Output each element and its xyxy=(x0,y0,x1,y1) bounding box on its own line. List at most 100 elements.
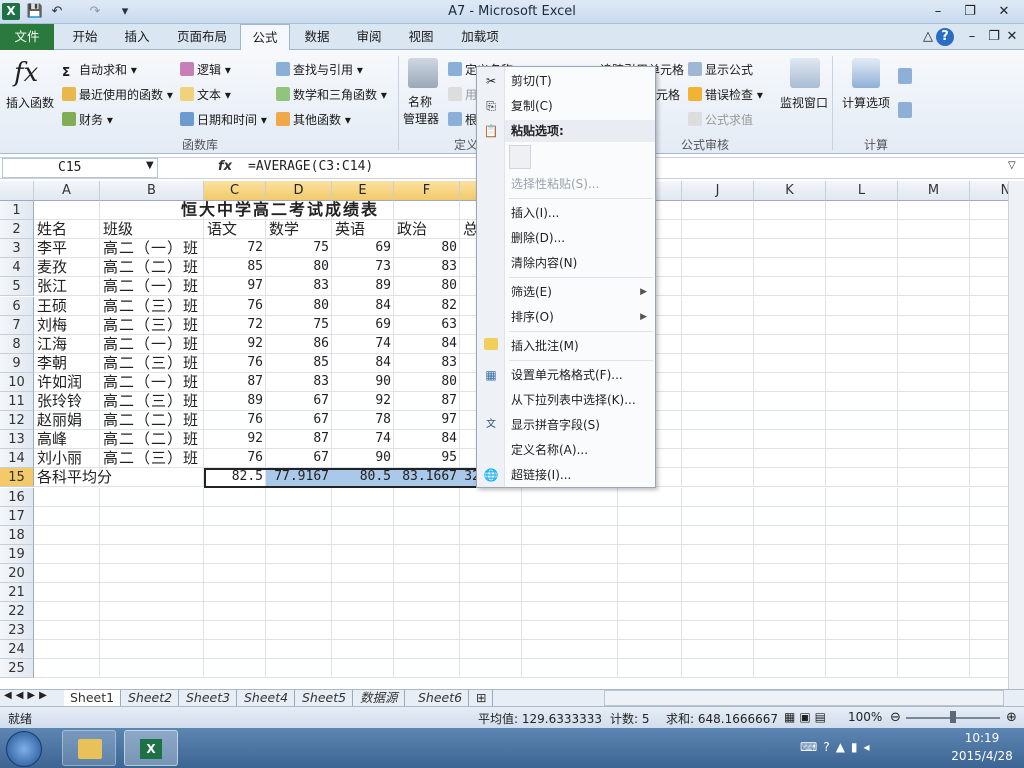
table-cell[interactable] xyxy=(34,525,100,545)
table-cell[interactable] xyxy=(970,277,1008,297)
table-cell[interactable] xyxy=(970,335,1008,354)
menu-cut[interactable]: 剪切(T) xyxy=(505,70,655,92)
table-cell[interactable] xyxy=(682,411,754,431)
table-cell[interactable] xyxy=(970,258,1008,278)
column-header-C[interactable]: C xyxy=(204,181,266,201)
column-header-J[interactable]: J xyxy=(682,181,754,201)
row-header-19[interactable]: 19 xyxy=(0,544,34,564)
table-cell[interactable] xyxy=(682,430,754,450)
table-cell[interactable] xyxy=(682,621,754,641)
tab-page-layout[interactable]: 页面布局 xyxy=(166,24,238,50)
table-cell[interactable] xyxy=(826,334,898,354)
table-cell[interactable] xyxy=(332,563,394,583)
score-cell[interactable]: 97 xyxy=(394,411,460,430)
tab-home[interactable]: 开始 xyxy=(62,24,108,50)
table-cell[interactable] xyxy=(266,563,332,583)
tab-addins[interactable]: 加载项 xyxy=(452,24,508,50)
table-cell[interactable] xyxy=(970,526,1008,545)
table-cell[interactable] xyxy=(460,659,522,679)
table-cell[interactable] xyxy=(332,583,394,603)
text-button[interactable]: 文本 ▾ xyxy=(180,86,231,103)
table-cell[interactable] xyxy=(826,487,898,507)
table-cell[interactable] xyxy=(460,487,522,507)
watch-window-button[interactable]: 监视窗口 xyxy=(780,94,828,111)
table-cell[interactable] xyxy=(754,220,826,240)
column-header-L[interactable]: L xyxy=(826,181,898,201)
score-cell[interactable]: 67 xyxy=(266,411,332,430)
row-header-10[interactable]: 10 xyxy=(0,372,34,392)
score-cell[interactable]: 82 xyxy=(394,297,460,316)
sheet-tab-3[interactable]: Sheet3 xyxy=(180,690,238,706)
table-cell[interactable] xyxy=(332,659,394,679)
table-cell[interactable] xyxy=(394,583,460,603)
table-cell[interactable] xyxy=(898,315,970,335)
score-cell[interactable]: 72 xyxy=(204,239,266,258)
score-cell[interactable]: 84 xyxy=(394,335,460,354)
table-cell[interactable] xyxy=(332,544,394,564)
zoom-in-icon[interactable]: ⊕ xyxy=(1006,710,1017,725)
row-header-16[interactable]: 16 xyxy=(0,487,34,507)
class-name[interactable]: 高二（一）班 xyxy=(100,335,204,354)
column-header-M[interactable]: M xyxy=(898,181,970,201)
column-label[interactable]: 语文 xyxy=(204,220,266,239)
table-cell[interactable] xyxy=(100,563,204,583)
table-cell[interactable] xyxy=(266,506,332,526)
column-header-A[interactable]: A xyxy=(34,181,100,201)
table-cell[interactable] xyxy=(34,487,100,507)
table-cell[interactable] xyxy=(100,525,204,545)
menu-clear-contents[interactable]: 清除内容(N) xyxy=(505,252,655,274)
table-cell[interactable] xyxy=(522,640,618,660)
table-cell[interactable] xyxy=(394,621,460,641)
table-cell[interactable] xyxy=(970,316,1008,335)
use-in-formula-button[interactable]: 用 xyxy=(448,86,477,103)
table-cell[interactable] xyxy=(100,544,204,564)
score-cell[interactable]: 80 xyxy=(394,277,460,296)
table-cell[interactable] xyxy=(754,411,826,431)
score-cell[interactable]: 84 xyxy=(332,354,394,373)
table-cell[interactable] xyxy=(754,659,826,679)
table-cell[interactable] xyxy=(970,411,1008,431)
table-cell[interactable] xyxy=(522,563,618,583)
table-cell[interactable] xyxy=(898,239,970,259)
class-name[interactable]: 高二（三）班 xyxy=(100,316,204,335)
score-cell[interactable]: 67 xyxy=(266,392,332,411)
table-cell[interactable] xyxy=(826,296,898,316)
paste-icon[interactable] xyxy=(509,145,531,169)
score-cell[interactable]: 92 xyxy=(332,392,394,411)
table-cell[interactable] xyxy=(204,563,266,583)
score-cell[interactable]: 97 xyxy=(204,277,266,296)
average-value[interactable]: 82.5 xyxy=(204,468,266,487)
table-cell[interactable] xyxy=(204,487,266,507)
table-cell[interactable] xyxy=(34,640,100,660)
tab-formulas[interactable]: 公式 xyxy=(240,24,290,50)
row-header-11[interactable]: 11 xyxy=(0,392,34,412)
table-cell[interactable] xyxy=(970,659,1008,679)
table-cell[interactable] xyxy=(682,392,754,412)
table-cell[interactable] xyxy=(826,372,898,392)
student-name[interactable]: 刘小丽 xyxy=(34,449,100,468)
score-cell[interactable]: 67 xyxy=(266,449,332,468)
table-cell[interactable] xyxy=(618,659,682,679)
class-name[interactable]: 高二（一）班 xyxy=(100,277,204,296)
column-label[interactable]: 政治 xyxy=(394,220,460,239)
score-cell[interactable]: 74 xyxy=(332,335,394,354)
autosum-button[interactable]: Σ 自动求和 ▾ xyxy=(62,61,137,79)
table-cell[interactable] xyxy=(754,449,826,469)
table-cell[interactable] xyxy=(826,258,898,278)
student-name[interactable]: 高峰 xyxy=(34,430,100,449)
table-cell[interactable] xyxy=(754,315,826,335)
table-cell[interactable] xyxy=(522,583,618,603)
table-cell[interactable] xyxy=(826,602,898,622)
row-header-12[interactable]: 12 xyxy=(0,411,34,431)
table-cell[interactable] xyxy=(394,659,460,679)
table-cell[interactable] xyxy=(754,487,826,507)
table-cell[interactable] xyxy=(826,277,898,297)
calc-options-button[interactable]: 计算选项 xyxy=(842,94,890,111)
class-name[interactable]: 高二（三）班 xyxy=(100,297,204,316)
score-cell[interactable]: 89 xyxy=(332,277,394,296)
tab-insert[interactable]: 插入 xyxy=(114,24,160,50)
table-cell[interactable] xyxy=(460,621,522,641)
table-cell[interactable] xyxy=(826,468,898,488)
financial-button[interactable]: 财务 ▾ xyxy=(62,111,113,128)
menu-sort[interactable]: 排序(O) ▶ xyxy=(505,306,655,328)
